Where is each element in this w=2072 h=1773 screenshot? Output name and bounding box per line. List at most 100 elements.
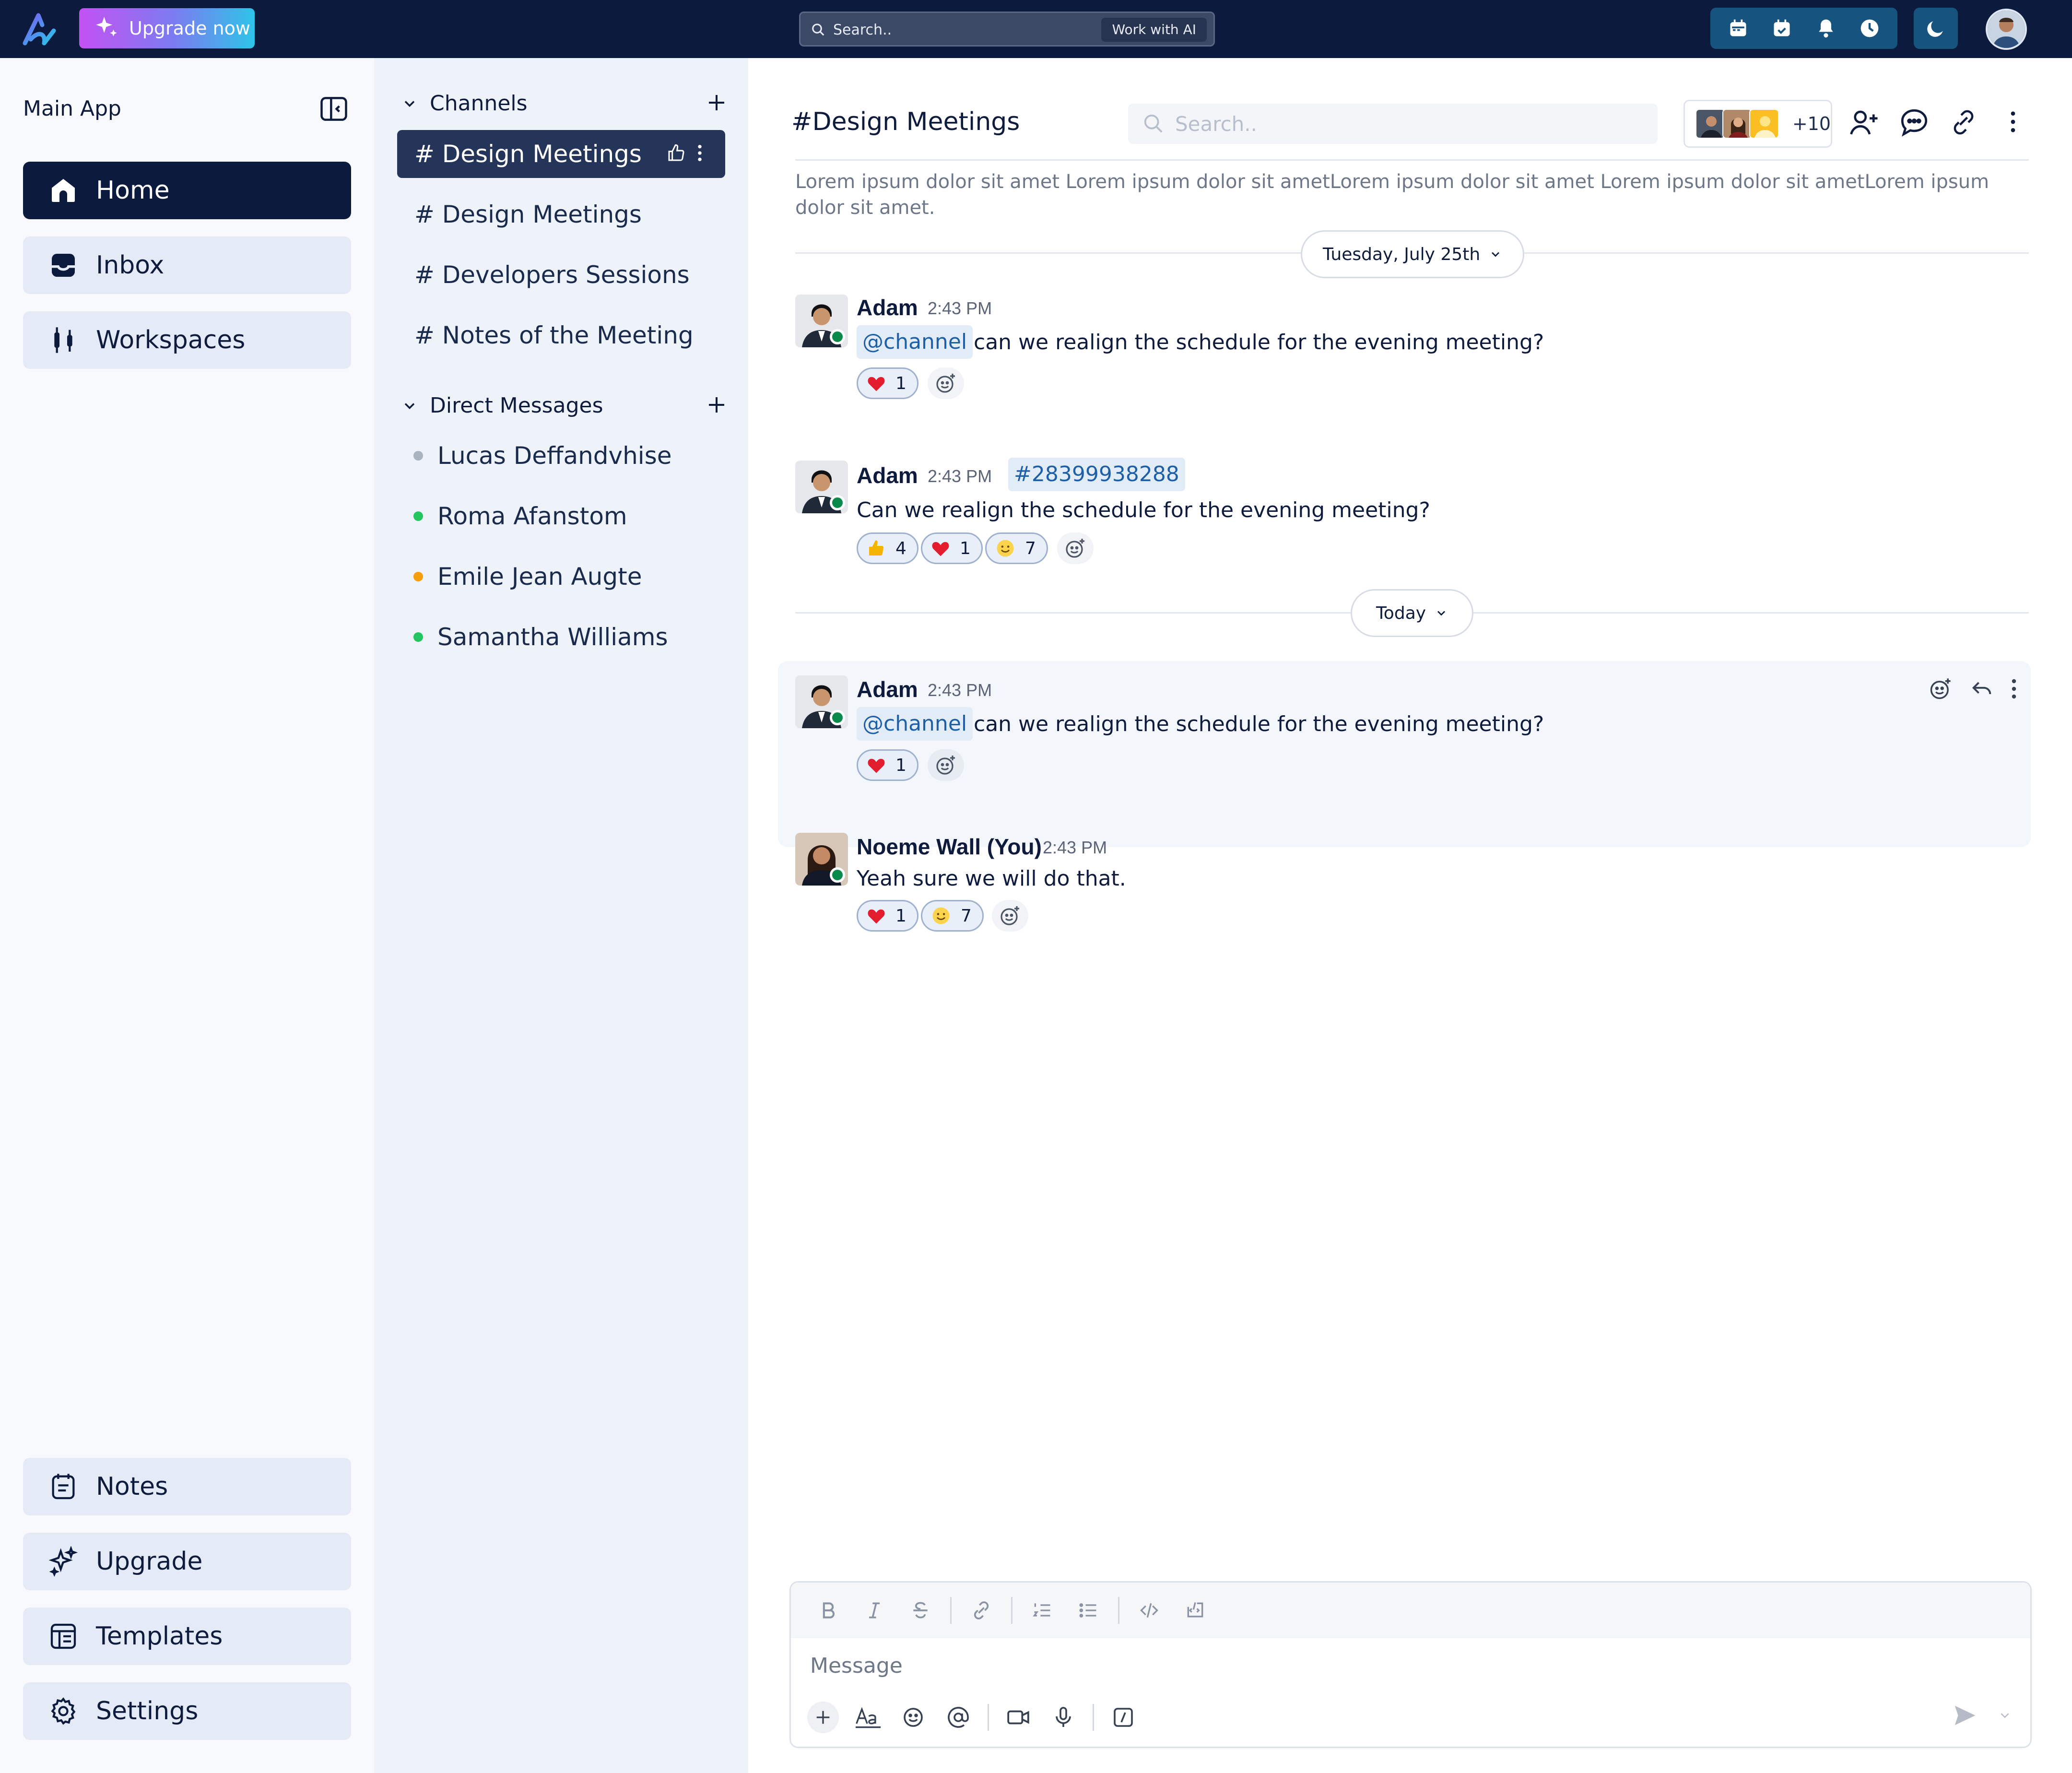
app-title: Main App <box>23 96 121 121</box>
message-actions <box>1928 676 2017 701</box>
add-reaction-button[interactable] <box>928 367 964 399</box>
code-icon[interactable] <box>1126 1583 1172 1638</box>
microphone-icon[interactable] <box>1041 1696 1086 1739</box>
reaction-heart[interactable]: 1 <box>857 367 918 399</box>
message-input[interactable]: Message <box>810 1654 903 1678</box>
moon-icon <box>1925 18 1946 39</box>
add-reaction-button[interactable] <box>992 900 1028 932</box>
ticket-tag-link[interactable]: #28399938288 <box>1008 458 1185 491</box>
channel-search-input[interactable]: Search.. <box>1128 104 1658 144</box>
reaction-count: 7 <box>1025 538 1036 558</box>
reaction-heart[interactable]: 1 <box>857 749 918 781</box>
channel-mention[interactable]: @channel <box>857 707 973 741</box>
reaction-count: 1 <box>895 755 906 775</box>
link-icon[interactable] <box>1949 106 1978 138</box>
message-author[interactable]: Adam <box>857 295 918 320</box>
more-vertical-icon[interactable] <box>696 143 703 163</box>
more-vertical-icon[interactable] <box>2010 109 2016 134</box>
toolbar-separator <box>1093 1704 1094 1731</box>
channel-actions <box>667 143 703 163</box>
send-options-chevron-icon[interactable] <box>1998 1708 2012 1723</box>
message-author[interactable]: Adam <box>857 462 918 488</box>
upgrade-now-button[interactable]: Upgrade now <box>79 8 255 48</box>
message-author[interactable]: Noeme Wall (You) <box>857 834 1042 860</box>
channel-label: # Developers Sessions <box>414 261 690 289</box>
calendar-check-icon[interactable] <box>1771 18 1792 39</box>
nav-notes[interactable]: Notes <box>23 1458 351 1515</box>
strikethrough-icon[interactable] <box>897 1583 943 1638</box>
online-indicator <box>830 867 845 883</box>
date-separator-button[interactable]: Tuesday, July 25th <box>1301 230 1524 278</box>
add-reaction-button[interactable] <box>928 749 964 781</box>
channel-item-developers-sessions[interactable]: # Developers Sessions <box>397 251 725 299</box>
nav-home[interactable]: Home <box>23 162 351 219</box>
nav-settings[interactable]: Settings <box>23 1682 351 1740</box>
today-separator-button[interactable]: Today <box>1351 589 1473 637</box>
nav-upgrade[interactable]: Upgrade <box>23 1533 351 1590</box>
calendar-icon[interactable] <box>1728 18 1749 39</box>
nav-inbox[interactable]: Inbox <box>23 236 351 294</box>
channel-description: Lorem ipsum dolor sit amet Lorem ipsum d… <box>795 171 1990 219</box>
online-indicator <box>830 329 845 344</box>
reaction-smile[interactable]: 7 <box>921 900 984 932</box>
global-search-placeholder: Search.. <box>833 22 892 38</box>
heart-icon <box>931 540 950 557</box>
channel-members-button[interactable]: +10 <box>1684 100 1832 148</box>
code-block-icon[interactable] <box>1172 1583 1218 1638</box>
nav-workspaces[interactable]: Workspaces <box>23 311 351 369</box>
message-author[interactable]: Adam <box>857 676 918 702</box>
dm-item-lucas[interactable]: Lucas Deffandvhise <box>413 442 672 470</box>
channel-item-design-meetings[interactable]: # Design Meetings <box>397 190 725 238</box>
workspaces-icon <box>48 325 79 355</box>
message-text: can we realign the schedule for the even… <box>974 330 1544 355</box>
attach-plus-button[interactable] <box>801 1696 846 1739</box>
more-vertical-icon[interactable] <box>2011 677 2017 700</box>
online-indicator <box>830 710 845 725</box>
dm-item-emile[interactable]: Emile Jean Augte <box>413 563 642 591</box>
add-channel-icon[interactable] <box>705 91 728 114</box>
channel-mention[interactable]: @channel <box>857 325 973 359</box>
clock-icon[interactable] <box>1859 18 1880 39</box>
reaction-smile[interactable]: 7 <box>985 532 1048 564</box>
thumbs-up-icon[interactable] <box>667 143 686 163</box>
work-with-ai-button[interactable]: Work with AI <box>1101 18 1207 42</box>
add-direct-message-icon[interactable] <box>705 393 728 416</box>
add-emoji-icon[interactable] <box>1928 676 1953 701</box>
app-logo-icon[interactable] <box>20 11 59 49</box>
video-icon[interactable] <box>996 1696 1041 1739</box>
direct-messages-section-header[interactable]: Direct Messages <box>401 393 603 418</box>
dm-item-samantha[interactable]: Samantha Williams <box>413 623 668 651</box>
dm-name: Samantha Williams <box>437 623 668 651</box>
ordered-list-icon[interactable] <box>1019 1583 1065 1638</box>
threads-icon[interactable] <box>1898 106 1930 138</box>
collapse-sidebar-icon[interactable] <box>318 93 350 125</box>
bell-icon[interactable] <box>1815 18 1837 39</box>
message-composer: Message <box>789 1581 2032 1748</box>
italic-icon[interactable] <box>851 1583 897 1638</box>
reaction-count: 1 <box>895 906 906 926</box>
add-member-icon[interactable] <box>1848 106 1880 138</box>
channels-section-header[interactable]: Channels <box>401 91 528 116</box>
emoji-icon[interactable] <box>891 1696 936 1739</box>
dm-item-roma[interactable]: Roma Afanstom <box>413 502 627 530</box>
add-reaction-button[interactable] <box>1057 532 1094 564</box>
reaction-heart[interactable]: 1 <box>921 532 983 564</box>
reaction-count: 4 <box>895 538 906 558</box>
user-avatar[interactable] <box>1986 9 2027 50</box>
bullet-list-icon[interactable] <box>1065 1583 1111 1638</box>
bold-icon[interactable] <box>805 1583 851 1638</box>
reaction-thumbs-up[interactable]: 4 <box>857 532 918 564</box>
slash-command-icon[interactable] <box>1101 1696 1146 1739</box>
channel-item-notes-of-the-meeting[interactable]: # Notes of the Meeting <box>397 311 725 359</box>
link-icon[interactable] <box>958 1583 1004 1638</box>
dm-name: Emile Jean Augte <box>437 563 642 591</box>
reaction-heart[interactable]: 1 <box>857 900 918 932</box>
channel-item-design-meetings-active[interactable]: # Design Meetings <box>397 130 725 178</box>
text-format-icon[interactable] <box>846 1696 891 1739</box>
global-search-bar[interactable]: Search.. Work with AI <box>799 12 1215 47</box>
reply-icon[interactable] <box>1969 676 1994 701</box>
mention-icon[interactable] <box>936 1696 981 1739</box>
nav-templates[interactable]: Templates <box>23 1608 351 1665</box>
dark-mode-toggle[interactable] <box>1914 8 1958 49</box>
send-icon[interactable] <box>1952 1702 1978 1728</box>
